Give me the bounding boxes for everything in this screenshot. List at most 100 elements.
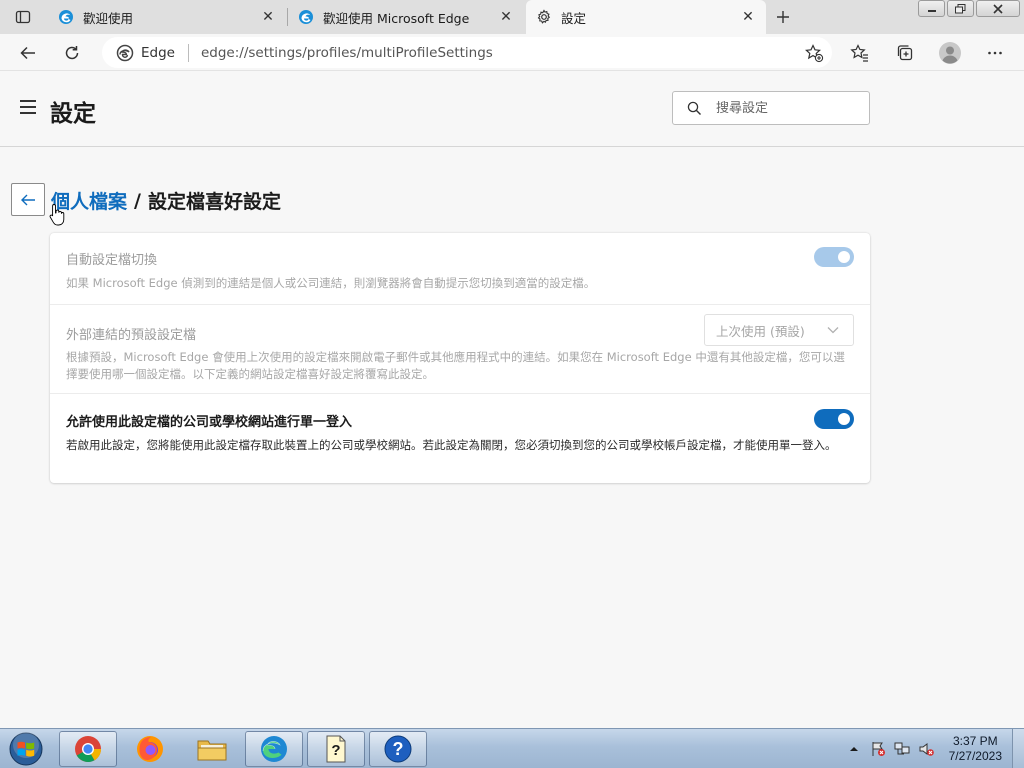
omnibox-divider: [187, 43, 189, 62]
setting-row-single-sign-on: 允許使用此設定檔的公司或學校網站進行單一登入 若啟用此設定，您將能使用此設定檔存…: [50, 394, 870, 483]
taskbar-file-explorer[interactable]: [183, 731, 241, 767]
file-explorer-icon: [197, 740, 227, 761]
add-favorite-icon[interactable]: [804, 43, 824, 63]
setting-row-auto-profile-switching: 自動設定檔切換 如果 Microsoft Edge 偵測到的連結是個人或公司連結…: [50, 233, 870, 305]
back-to-profiles-button[interactable]: [11, 183, 45, 216]
chrome-icon: [75, 736, 102, 763]
show-desktop-button[interactable]: [1012, 729, 1024, 768]
restore-icon: [955, 3, 966, 13]
dropdown-value: 上次使用 (預設): [716, 323, 805, 339]
chevron-down-icon: [827, 327, 839, 334]
site-label: Edge: [141, 44, 175, 61]
close-icon: [993, 3, 1003, 14]
plus-icon: [777, 11, 789, 23]
search-input[interactable]: [716, 100, 856, 116]
profile-preferences-card: 自動設定檔切換 如果 Microsoft Edge 偵測到的連結是個人或公司連結…: [50, 233, 870, 483]
clock[interactable]: 3:37 PM 7/27/2023: [949, 734, 1002, 764]
setting-title: 外部連結的預設設定檔: [66, 328, 197, 343]
window-controls: [918, 0, 1020, 17]
new-tab-button[interactable]: [770, 4, 796, 30]
help-file-icon: ?: [326, 735, 346, 763]
windows-start-icon: [9, 732, 43, 766]
tab-strip: 歡迎使用 ✕ 歡迎使用 Microsoft Edge ✕ 設定 ✕: [0, 0, 1024, 34]
volume-tray-icon[interactable]: [917, 740, 935, 758]
breadcrumb-separator: /: [134, 189, 141, 212]
clock-time: 3:37 PM: [952, 734, 998, 748]
profile-button[interactable]: [935, 38, 965, 68]
tab-title: 歡迎使用: [83, 10, 134, 26]
start-button[interactable]: [5, 730, 47, 768]
taskbar: ? ? 3:37 PM 7/27/2023: [0, 728, 1024, 768]
refresh-button[interactable]: [57, 38, 87, 68]
hand-cursor-icon: [49, 204, 65, 226]
edge-favicon-icon: [299, 10, 313, 24]
more-icon: [988, 51, 1002, 55]
collections-icon: [897, 45, 913, 61]
network-tray-icon[interactable]: [893, 740, 911, 758]
taskbar-help-file[interactable]: ?: [307, 731, 365, 767]
clock-date: 7/27/2023: [948, 749, 1002, 763]
auto-profile-switching-toggle[interactable]: [814, 247, 854, 267]
taskbar-chrome[interactable]: [59, 731, 117, 767]
help-icon: ?: [384, 735, 412, 763]
menu-icon[interactable]: [20, 100, 36, 114]
flag-warning-icon: [872, 742, 885, 756]
collections-button[interactable]: [890, 38, 920, 68]
system-tray: 3:37 PM 7/27/2023: [845, 729, 1024, 768]
url-text: edge://settings/profiles/multiProfileSet…: [200, 44, 493, 61]
refresh-icon: [65, 46, 79, 60]
restore-button[interactable]: [947, 0, 974, 17]
settings-header: 設定: [0, 72, 1024, 147]
volume-muted-icon: [919, 743, 934, 756]
taskbar-firefox[interactable]: [121, 731, 179, 767]
tab-settings[interactable]: 設定 ✕: [526, 0, 766, 34]
network-icon: [894, 742, 910, 755]
show-hidden-icons-button[interactable]: [845, 740, 863, 758]
favorites-icon: [850, 44, 868, 62]
taskbar-edge[interactable]: [245, 731, 303, 767]
tab-welcome-edge[interactable]: 歡迎使用 Microsoft Edge ✕: [288, 0, 524, 34]
close-tab-icon[interactable]: ✕: [260, 9, 276, 25]
close-tab-icon[interactable]: ✕: [740, 9, 756, 25]
setting-description: 若啟用此設定，您將能使用此設定檔存取此裝置上的公司或學校網站。若此設定為關閉，您…: [66, 438, 837, 452]
breadcrumb-current: 設定檔喜好設定: [147, 191, 281, 213]
setting-description: 如果 Microsoft Edge 偵測到的連結是個人或公司連結，則瀏覽器將會自…: [66, 276, 596, 290]
taskbar-help[interactable]: ?: [369, 731, 427, 767]
tab-welcome[interactable]: 歡迎使用 ✕: [48, 0, 286, 34]
favorites-button[interactable]: [845, 38, 875, 68]
back-button[interactable]: [13, 38, 43, 68]
browser-toolbar: Edge edge://settings/profiles/multiProfi…: [0, 34, 1024, 71]
search-icon: [687, 101, 701, 115]
action-center-tray-icon[interactable]: [869, 740, 887, 758]
setting-row-default-profile-external-links: 外部連結的預設設定檔 根據預設，Microsoft Edge 會使用上次使用的設…: [50, 305, 870, 394]
search-box[interactable]: [672, 91, 870, 125]
arrow-left-icon: [21, 194, 35, 205]
svg-text:?: ?: [393, 739, 404, 759]
edge-favicon-icon: [59, 10, 73, 24]
single-sign-on-toggle[interactable]: [814, 409, 854, 429]
avatar: [939, 42, 961, 64]
tab-actions-icon: [15, 10, 31, 24]
edge-icon: [261, 736, 287, 762]
edge-icon: [116, 44, 134, 61]
page-title: 設定: [50, 101, 96, 127]
gear-icon: [537, 9, 551, 24]
firefox-icon: [137, 736, 163, 762]
address-bar[interactable]: Edge edge://settings/profiles/multiProfi…: [102, 37, 832, 68]
setting-title: 自動設定檔切換: [66, 253, 158, 268]
tab-title: 設定: [561, 10, 587, 26]
svg-text:?: ?: [331, 742, 340, 759]
setting-title: 允許使用此設定檔的公司或學校網站進行單一登入: [66, 415, 353, 430]
setting-description: 根據預設，Microsoft Edge 會使用上次使用的設定檔來開啟電子郵件或其…: [66, 350, 845, 381]
more-menu-button[interactable]: [980, 38, 1010, 68]
tab-title: 歡迎使用 Microsoft Edge: [323, 10, 470, 26]
chevron-up-icon: [849, 747, 858, 751]
tab-actions-button[interactable]: [6, 4, 40, 30]
minimize-button[interactable]: [918, 0, 945, 17]
close-window-button[interactable]: [976, 0, 1020, 17]
arrow-left-icon: [20, 46, 35, 60]
default-profile-dropdown[interactable]: 上次使用 (預設): [704, 314, 854, 346]
minimize-icon: [927, 9, 936, 12]
close-tab-icon[interactable]: ✕: [498, 9, 514, 25]
breadcrumb: 個人檔案 / 設定檔喜好設定: [51, 187, 281, 214]
